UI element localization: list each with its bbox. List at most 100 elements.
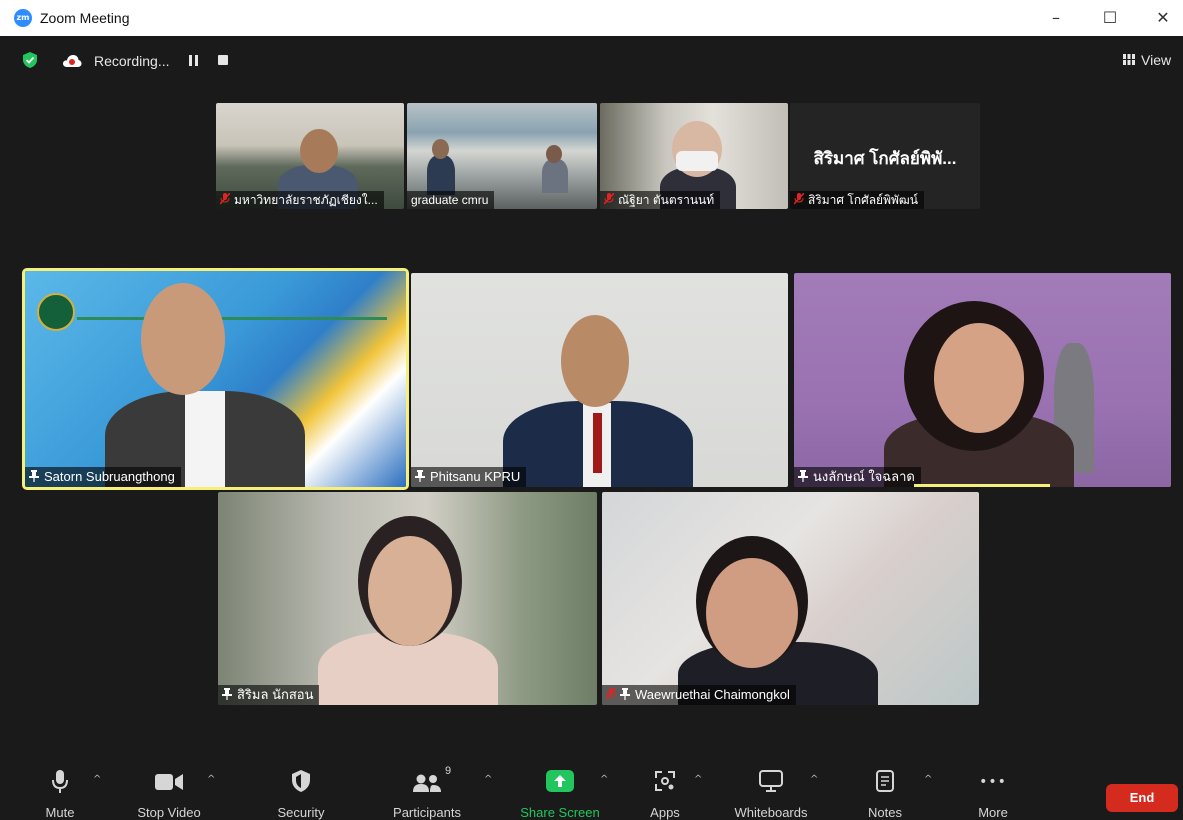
participant-name-tag: ณัฐิยา ตันตรานนท์ <box>600 191 721 209</box>
participant-head <box>706 558 798 668</box>
notes-button[interactable]: Notes <box>860 760 910 820</box>
apps-icon <box>655 771 675 791</box>
participants-icon <box>413 774 441 792</box>
video-tile[interactable]: graduate cmru <box>407 103 597 209</box>
microphone-icon <box>52 770 68 793</box>
meeting-toolbar: Mute ^ Stop Video ^ Security 9 Participa… <box>0 760 1183 820</box>
pin-icon <box>415 470 425 482</box>
security-button[interactable]: Security <box>268 760 334 820</box>
window-titlebar: zm Zoom Meeting – ☐ ✕ <box>0 0 1183 36</box>
participant-name: Phitsanu KPRU <box>430 469 521 484</box>
video-tile[interactable]: สิริมล นักสอน <box>218 492 597 705</box>
mic-muted-icon <box>604 193 614 205</box>
pin-icon <box>620 688 630 700</box>
university-banner <box>77 293 387 320</box>
end-meeting-button[interactable]: End <box>1106 784 1178 812</box>
mic-muted-icon <box>606 688 616 700</box>
more-dots-icon: ••• <box>979 774 1007 790</box>
stop-video-label: Stop Video <box>137 805 201 820</box>
video-tile[interactable]: ณัฐิยา ตันตรานนท์ <box>600 103 788 209</box>
security-label: Security <box>277 805 325 820</box>
participant-head <box>368 536 452 646</box>
mute-label: Mute <box>45 805 75 820</box>
cloud-recording-icon <box>63 55 82 67</box>
participant-head <box>546 145 562 163</box>
video-tile[interactable]: Phitsanu KPRU <box>411 273 788 487</box>
mic-muted-icon <box>220 193 230 205</box>
apps-label: Apps <box>650 805 680 820</box>
window-title: Zoom Meeting <box>40 10 130 26</box>
participants-button[interactable]: 9 Participants <box>384 760 470 820</box>
apps-button[interactable]: Apps <box>640 760 690 820</box>
participant-name-tag: Satorn Subruangthong <box>25 467 181 487</box>
video-tile[interactable]: Waewruethai Chaimongkol <box>602 492 979 705</box>
participant-name: สิริมล นักสอน <box>237 687 314 702</box>
participant-head <box>432 139 449 159</box>
apps-options-caret[interactable]: ^ <box>694 774 702 785</box>
video-options-caret[interactable]: ^ <box>207 774 215 785</box>
participant-head <box>934 323 1024 433</box>
pin-icon <box>798 470 808 482</box>
stop-video-button[interactable]: Stop Video <box>126 760 212 820</box>
notes-label: Notes <box>868 805 902 820</box>
stop-recording-icon[interactable] <box>218 55 228 65</box>
whiteboard-icon <box>759 770 783 792</box>
share-options-caret[interactable]: ^ <box>600 774 608 785</box>
encryption-shield-icon[interactable] <box>22 52 38 68</box>
participant-name: นงลักษณ์ ใจฉลาด <box>813 469 915 484</box>
grid-view-icon <box>1123 54 1135 65</box>
video-tile[interactable]: นงลักษณ์ ใจฉลาด <box>794 273 1171 487</box>
mic-muted-icon <box>794 193 804 205</box>
whiteboards-options-caret[interactable]: ^ <box>810 774 818 785</box>
university-seal-icon <box>37 293 75 331</box>
video-tile[interactable]: สิริมาศ โกศัลย์พิพั... สิริมาศ โกศัลย์พิ… <box>790 103 980 209</box>
more-button[interactable]: ••• More <box>966 760 1020 820</box>
participant-name-tag: graduate cmru <box>407 191 495 209</box>
pause-recording-icon[interactable] <box>189 55 199 66</box>
share-screen-label: Share Screen <box>520 805 600 820</box>
notes-options-caret[interactable]: ^ <box>924 774 932 785</box>
view-button[interactable]: View <box>1113 48 1173 72</box>
share-screen-icon <box>546 770 574 792</box>
video-camera-icon <box>155 774 183 790</box>
participant-body <box>427 155 455 195</box>
participant-head <box>141 283 225 395</box>
participant-name: Waewruethai Chaimongkol <box>635 687 790 702</box>
more-label: More <box>978 805 1008 820</box>
participant-name-tag: สิริมาศ โกศัลย์พิพัฒน์ <box>790 191 924 209</box>
close-button[interactable]: ✕ <box>1150 6 1176 30</box>
participants-count-badge: 9 <box>445 765 452 777</box>
maximize-button[interactable]: ☐ <box>1097 6 1123 30</box>
participants-label: Participants <box>393 805 461 820</box>
participant-name-tag: นงลักษณ์ ใจฉลาด <box>794 467 921 487</box>
participant-body <box>542 159 568 193</box>
participant-name-tag: สิริมล นักสอน <box>218 685 320 705</box>
share-screen-button[interactable]: Share Screen <box>515 760 605 820</box>
participant-shirt <box>185 391 225 487</box>
participant-name: สิริมาศ โกศัลย์พิพัฒน์ <box>808 193 918 207</box>
video-tile[interactable]: มหาวิทยาลัยราชภัฏเชียงใ... <box>216 103 404 209</box>
participant-head <box>561 315 629 407</box>
notes-icon <box>876 770 894 792</box>
view-label: View <box>1141 52 1172 68</box>
zoom-logo-icon: zm <box>14 9 32 27</box>
mute-button[interactable]: Mute <box>36 760 84 820</box>
audio-options-caret[interactable]: ^ <box>93 774 101 785</box>
speaking-indicator <box>914 484 1050 487</box>
participant-head <box>300 129 338 173</box>
participant-name: Satorn Subruangthong <box>44 469 175 484</box>
video-tile-active-speaker[interactable]: Satorn Subruangthong <box>22 268 409 490</box>
whiteboards-button[interactable]: Whiteboards <box>724 760 818 820</box>
face-mask <box>676 151 718 171</box>
participants-options-caret[interactable]: ^ <box>484 774 492 785</box>
participant-name-tag: มหาวิทยาลัยราชภัฏเชียงใ... <box>216 191 384 209</box>
recording-status-label: Recording... <box>94 53 170 69</box>
participant-name: ณัฐิยา ตันตรานนท์ <box>618 193 715 207</box>
participant-tie <box>593 413 602 473</box>
participant-name-tag: Waewruethai Chaimongkol <box>602 685 796 705</box>
whiteboards-label: Whiteboards <box>734 805 808 820</box>
minimize-button[interactable]: – <box>1043 6 1069 30</box>
pin-icon <box>222 688 232 700</box>
participant-avatar-name: สิริมาศ โกศัลย์พิพั... <box>813 149 957 168</box>
participant-name: graduate cmru <box>411 193 489 207</box>
